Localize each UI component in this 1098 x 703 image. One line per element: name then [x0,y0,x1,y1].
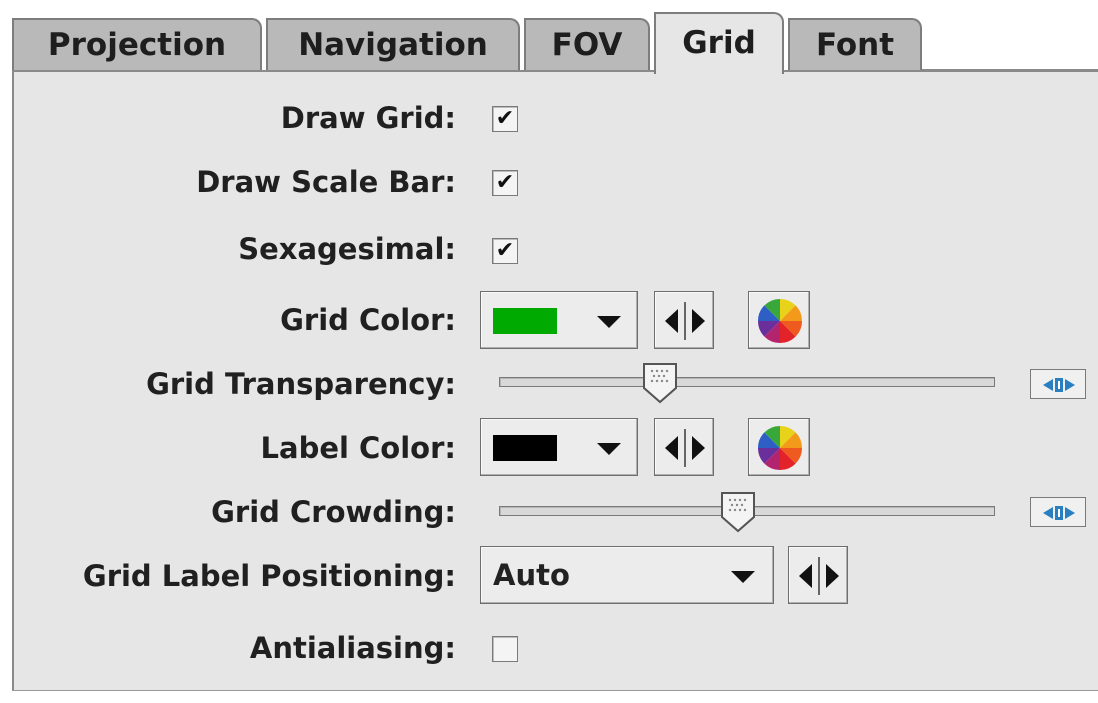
tab-label: Font [815,27,895,63]
label-color-stepper[interactable] [654,418,714,476]
antialiasing-checkbox[interactable] [492,636,518,662]
draw-grid-label: Draw Grid: [280,101,456,135]
stepper-divider [818,557,820,595]
label-color-chooser-button[interactable] [748,418,810,476]
grid-color-label: Grid Color: [280,303,456,337]
previous-icon[interactable] [665,309,678,333]
grid-transparency-slider-track[interactable] [499,377,995,387]
chevron-down-icon [731,571,755,583]
tab-font[interactable]: Font [788,18,922,70]
grid-crowding-label: Grid Crowding: [211,495,456,529]
color-wheel-icon [757,298,803,344]
grid-label-positioning-stepper[interactable] [788,546,848,604]
draw-scale-bar-label: Draw Scale Bar: [196,165,456,199]
sexagesimal-checkbox[interactable]: ✔ [492,238,518,264]
tab-projection[interactable]: Projection [12,18,262,70]
label-color-selector[interactable] [480,418,638,476]
stepper-divider [684,302,686,340]
grid-transparency-label: Grid Transparency: [146,367,456,401]
antialiasing-label: Antialiasing: [249,631,456,665]
chevron-down-icon [597,316,621,328]
label-color-swatch [493,435,557,461]
sexagesimal-label: Sexagesimal: [238,232,456,266]
tab-label: Grid [682,25,756,61]
next-icon[interactable] [692,436,705,460]
grid-crowding-slider-thumb[interactable] [720,491,756,533]
next-icon[interactable] [692,309,705,333]
grid-color-selector[interactable] [480,291,638,349]
tab-label: Navigation [298,27,488,63]
grid-transparency-slider-thumb[interactable] [642,362,678,404]
tab-bar: Projection Navigation FOV Grid Font [0,0,1098,74]
grid-crowding-reset-button[interactable] [1030,497,1086,527]
tab-label: FOV [551,27,623,63]
grid-color-stepper[interactable] [654,291,714,349]
tab-grid[interactable]: Grid [654,12,784,74]
tab-label: Projection [47,27,227,63]
grid-color-chooser-button[interactable] [748,291,810,349]
grid-transparency-reset-button[interactable] [1030,369,1086,399]
grid-label-positioning-label: Grid Label Positioning: [82,559,456,593]
draw-scale-bar-checkbox[interactable]: ✔ [492,170,518,196]
draw-grid-checkbox[interactable]: ✔ [492,106,518,132]
next-icon[interactable] [826,564,839,588]
reset-slider-icon [1043,378,1075,392]
tab-navigation[interactable]: Navigation [266,18,520,70]
previous-icon[interactable] [799,564,812,588]
grid-label-positioning-value: Auto [493,558,570,592]
reset-slider-icon [1043,506,1075,520]
stepper-divider [684,429,686,467]
tab-fov[interactable]: FOV [524,18,650,70]
grid-color-swatch [493,308,557,334]
label-color-label: Label Color: [260,431,456,465]
color-wheel-icon [757,425,803,471]
previous-icon[interactable] [665,436,678,460]
panel-bottom-edge [12,690,1098,703]
grid-label-positioning-select[interactable]: Auto [480,546,774,604]
chevron-down-icon [597,443,621,455]
